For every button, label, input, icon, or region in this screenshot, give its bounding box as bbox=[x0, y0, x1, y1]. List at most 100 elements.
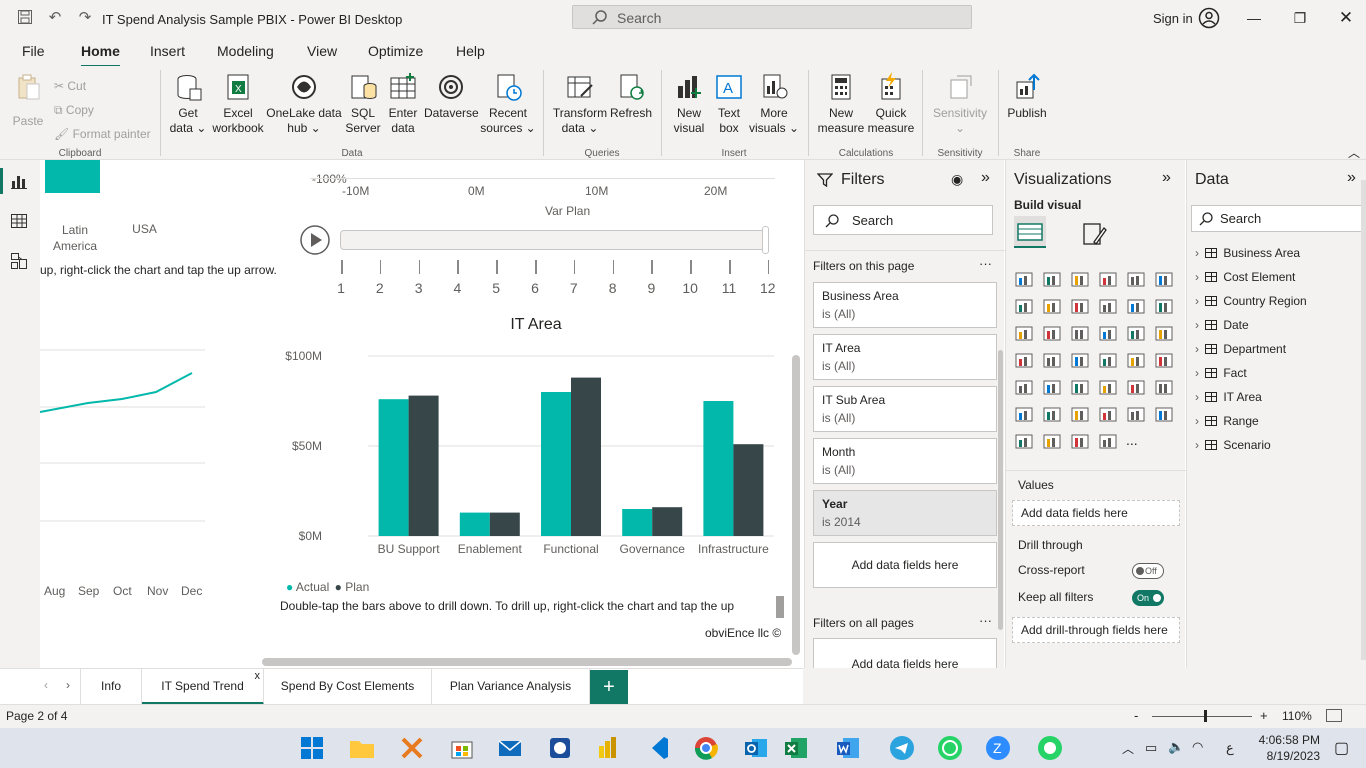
cut-button[interactable]: ✂ Cut bbox=[54, 74, 151, 98]
field-table-date[interactable]: › Date bbox=[1195, 318, 1360, 332]
add-all-pages-filter-drop[interactable]: Add data fields here bbox=[813, 638, 997, 672]
start-icon[interactable] bbox=[298, 734, 326, 762]
power-apps-visual-icon[interactable] bbox=[1014, 432, 1036, 452]
gauge-visual-icon[interactable] bbox=[1098, 351, 1120, 371]
region-bar[interactable] bbox=[45, 160, 100, 193]
line-clustered-visual-icon[interactable] bbox=[1126, 297, 1148, 317]
collapse-visualizations-icon[interactable]: » bbox=[1162, 169, 1171, 187]
play-axis-tick-label[interactable]: 4 bbox=[447, 280, 467, 296]
battery-icon[interactable]: ▭ bbox=[1145, 740, 1157, 756]
100-bar-visual-icon[interactable] bbox=[1126, 270, 1148, 290]
bar-plan[interactable] bbox=[652, 507, 683, 536]
play-slider-handle[interactable] bbox=[762, 226, 769, 254]
field-table-range[interactable]: › Range bbox=[1195, 414, 1360, 428]
play-slider-track[interactable] bbox=[340, 230, 766, 250]
tab-insert[interactable]: Insert bbox=[150, 43, 185, 59]
page-tab-plan-variance-analysis[interactable]: Plan Variance Analysis bbox=[432, 669, 590, 705]
sensitivity-button[interactable]: Sensitivity ⌄ bbox=[928, 72, 992, 136]
waterfall-visual-icon[interactable] bbox=[1014, 324, 1036, 344]
filters-scrollbar[interactable] bbox=[998, 350, 1003, 630]
excel-workbook-button[interactable]: X Excel workbook bbox=[210, 72, 266, 136]
smart-narrative-visual-icon[interactable] bbox=[1098, 405, 1120, 425]
filled-map-visual-icon[interactable] bbox=[1042, 351, 1064, 371]
tab-view[interactable]: View bbox=[307, 43, 337, 59]
report-view-icon[interactable] bbox=[10, 172, 30, 192]
keep-all-filters-toggle[interactable]: On bbox=[1132, 590, 1164, 606]
text-box-button[interactable]: A Text box bbox=[712, 72, 746, 136]
monthly-trend-line-chart[interactable] bbox=[40, 345, 210, 585]
more-options-icon[interactable]: ··· bbox=[979, 613, 992, 628]
scatter-visual-icon[interactable] bbox=[1070, 324, 1092, 344]
bar-plan[interactable] bbox=[408, 395, 439, 536]
filter-card-year[interactable]: Year is 2014 bbox=[813, 490, 997, 536]
bar-plan[interactable] bbox=[733, 444, 764, 536]
chart-scrollbar-thumb[interactable] bbox=[776, 596, 784, 618]
dataverse-button[interactable]: Dataverse bbox=[424, 72, 479, 121]
ribbon-visual-icon[interactable] bbox=[1154, 297, 1176, 317]
more-options-icon[interactable]: ··· bbox=[979, 256, 992, 271]
donut-visual-icon[interactable] bbox=[1126, 324, 1148, 344]
canvas-horizontal-scrollbar[interactable] bbox=[262, 658, 792, 666]
stacked-column-visual-icon[interactable] bbox=[1042, 270, 1064, 290]
play-axis-tick-label[interactable]: 1 bbox=[331, 280, 351, 296]
volume-icon[interactable]: 🔈 bbox=[1168, 739, 1184, 755]
save-icon[interactable] bbox=[16, 9, 34, 27]
bar-actual[interactable] bbox=[703, 401, 734, 536]
word-blue-icon[interactable] bbox=[546, 734, 574, 762]
paginated-visual-icon[interactable] bbox=[1126, 405, 1148, 425]
data-scrollbar[interactable] bbox=[1361, 180, 1366, 660]
play-axis-tick-label[interactable]: 5 bbox=[486, 280, 506, 296]
copy-button[interactable]: ⧉ Copy bbox=[54, 98, 151, 122]
clustered-bar-visual-icon[interactable] bbox=[1070, 270, 1092, 290]
table-view-icon[interactable] bbox=[10, 212, 30, 232]
new-visual-button[interactable]: New visual bbox=[668, 72, 710, 136]
add-page-button[interactable]: + bbox=[590, 670, 628, 704]
stacked-bar-visual-icon[interactable] bbox=[1014, 270, 1036, 290]
system-tray-chevron-icon[interactable]: ︿ bbox=[1122, 740, 1134, 757]
build-visual-tab[interactable] bbox=[1014, 216, 1046, 248]
prev-page-icon[interactable]: ‹ bbox=[44, 678, 48, 692]
qa-visual-icon[interactable] bbox=[1070, 405, 1092, 425]
restore-icon[interactable]: ❐ bbox=[1290, 8, 1310, 28]
power-bi-icon[interactable] bbox=[594, 734, 622, 762]
bar-actual[interactable] bbox=[459, 512, 490, 536]
excel-icon[interactable] bbox=[782, 734, 810, 762]
play-axis-tick-label[interactable]: 9 bbox=[641, 280, 661, 296]
more-visuals-button[interactable]: More visuals ⌄ bbox=[748, 72, 800, 136]
paste-button[interactable]: Paste bbox=[8, 72, 48, 129]
filter-card-month[interactable]: Month is (All) bbox=[813, 438, 997, 484]
more-visual-icon[interactable]: ... bbox=[1126, 432, 1148, 452]
zoom-out-icon[interactable]: - bbox=[1134, 708, 1138, 723]
play-button[interactable] bbox=[299, 224, 331, 259]
play-axis-tick-label[interactable]: 12 bbox=[758, 280, 778, 296]
zoom-in-icon[interactable]: + bbox=[1260, 708, 1268, 723]
zoom-app-icon[interactable]: Z bbox=[984, 734, 1012, 762]
store-icon[interactable] bbox=[448, 734, 476, 762]
page-tab-spend-by-cost-elements[interactable]: Spend By Cost Elements bbox=[264, 669, 432, 705]
outlook-icon[interactable] bbox=[742, 734, 770, 762]
area-visual-icon[interactable] bbox=[1042, 297, 1064, 317]
sql-server-button[interactable]: SQL Server bbox=[344, 72, 382, 136]
collapse-ribbon-icon[interactable]: ︿ bbox=[1348, 144, 1360, 161]
it-area-chart[interactable]: IT Area $0M $50M $100M BU Support Enablement… bbox=[278, 316, 794, 622]
filter-search-input[interactable]: Search bbox=[813, 205, 993, 235]
chrome-icon[interactable] bbox=[692, 734, 720, 762]
transform-data-button[interactable]: Transform data ⌄ bbox=[552, 72, 608, 136]
excel-x-icon[interactable] bbox=[398, 734, 426, 762]
collapse-data-icon[interactable]: » bbox=[1347, 169, 1356, 187]
recent-sources-button[interactable]: Recent sources ⌄ bbox=[480, 72, 536, 136]
map-visual-icon[interactable] bbox=[1014, 351, 1036, 371]
tab-help[interactable]: Help bbox=[456, 43, 485, 59]
clock[interactable]: 4:06:58 PM 8/19/2023 bbox=[1256, 732, 1320, 764]
whatsapp-business-icon[interactable] bbox=[1036, 734, 1064, 762]
minimize-icon[interactable]: — bbox=[1244, 8, 1264, 28]
play-axis-tick-label[interactable]: 8 bbox=[603, 280, 623, 296]
bar-actual[interactable] bbox=[622, 509, 653, 536]
bar-actual[interactable] bbox=[378, 399, 409, 536]
bar-plan[interactable] bbox=[571, 377, 601, 536]
table-visual-icon[interactable] bbox=[1070, 378, 1092, 398]
field-table-scenario[interactable]: › Scenario bbox=[1195, 438, 1360, 452]
refresh-button[interactable]: Refresh bbox=[610, 72, 652, 121]
bar-plan[interactable] bbox=[489, 512, 520, 536]
data-search-input[interactable]: Search bbox=[1191, 205, 1363, 232]
